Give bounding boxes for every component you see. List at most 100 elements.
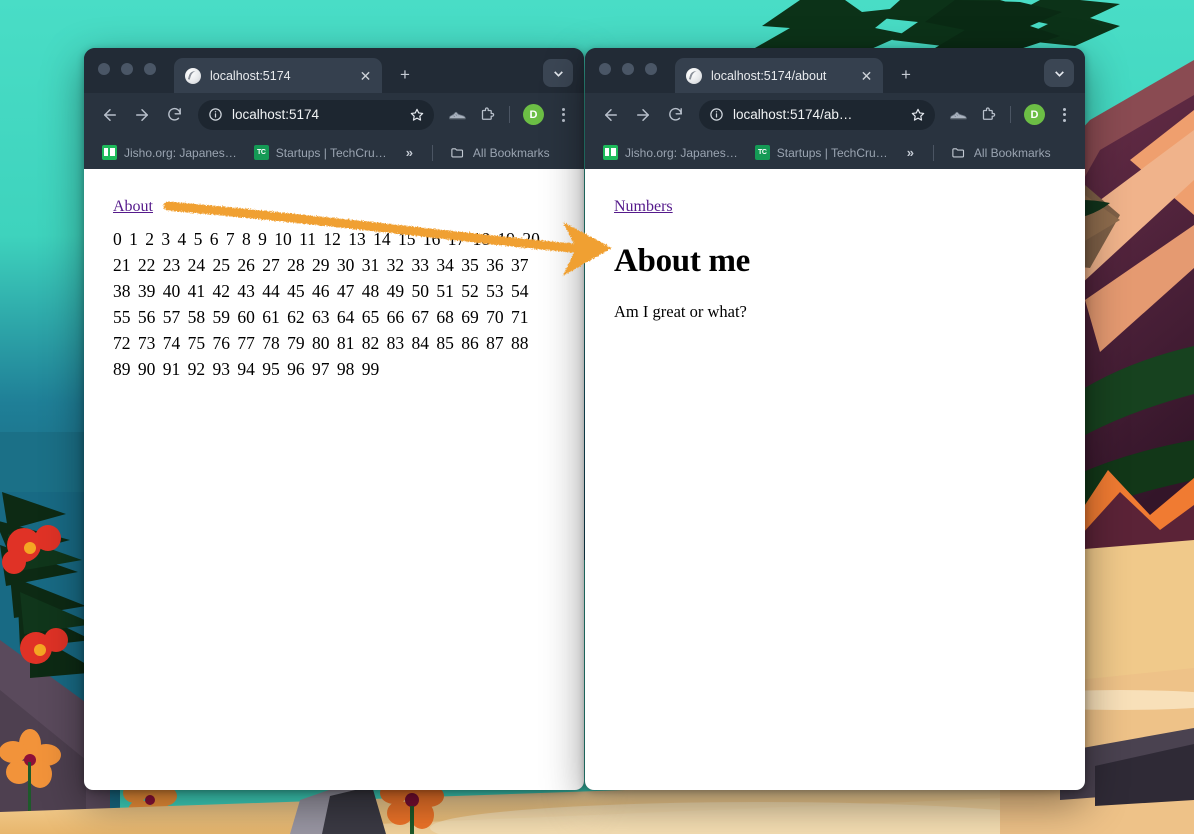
bookmark-label: Jisho.org: Japanes… — [625, 146, 738, 160]
close-window-button[interactable] — [98, 63, 110, 75]
browser-tab-active[interactable]: localhost:5174 ✕ — [174, 58, 382, 93]
avatar[interactable]: D — [1024, 104, 1045, 125]
arrow-right-icon — [634, 106, 652, 124]
avatar[interactable]: D — [523, 104, 544, 125]
tab-search-button[interactable] — [543, 59, 573, 87]
all-bookmarks-label: All Bookmarks — [473, 146, 550, 160]
minimize-window-button[interactable] — [622, 63, 634, 75]
about-page: Numbers About me Am I great or what? — [585, 169, 1085, 330]
address-bar-url[interactable]: localhost:5174 — [232, 107, 400, 122]
page-viewport-about: Numbers About me Am I great or what? — [585, 169, 1085, 790]
arrow-right-icon — [133, 106, 151, 124]
sneaker-extension-icon[interactable] — [444, 102, 470, 128]
bookmark-label: Startups | TechCru… — [276, 146, 387, 160]
tab-strip: localhost:5174/about ✕ + — [585, 48, 1085, 93]
kebab-dot — [562, 108, 565, 111]
sneaker-glyph — [448, 105, 467, 124]
numbers-link[interactable]: Numbers — [614, 198, 673, 215]
forward-button[interactable] — [128, 101, 156, 129]
star-icon[interactable] — [409, 107, 425, 123]
kebab-dot — [562, 119, 565, 122]
techcrunch-favicon: TC — [254, 145, 269, 160]
bookmark-label: Jisho.org: Japanes… — [124, 146, 237, 160]
browser-window-about[interactable]: localhost:5174/about ✕ + — [585, 48, 1085, 790]
bookmark-jisho[interactable]: Jisho.org: Japanes… — [96, 142, 243, 163]
bookmarks-bar: Jisho.org: Japanes… TC Startups | TechCr… — [585, 136, 1085, 169]
tab-strip: localhost:5174 ✕ + — [84, 48, 584, 93]
sneaker-extension-icon[interactable] — [945, 102, 971, 128]
toolbar-divider — [509, 106, 510, 123]
address-bar-url[interactable]: localhost:5174/ab… — [733, 107, 901, 122]
kebab-dot — [562, 113, 565, 116]
address-bar[interactable]: localhost:5174 — [198, 100, 434, 130]
page-viewport-numbers: About 0 1 2 3 4 5 6 7 8 9 10 11 12 13 14… — [84, 169, 584, 790]
bookmark-techcrunch[interactable]: TC Startups | TechCru… — [749, 142, 894, 163]
about-link[interactable]: About — [113, 198, 153, 215]
new-tab-button[interactable]: + — [895, 63, 917, 85]
browser-toolbar: localhost:5174 D — [84, 93, 584, 136]
arrow-left-icon — [602, 106, 620, 124]
reload-button[interactable] — [661, 101, 689, 129]
tab-title: localhost:5174/about — [711, 69, 849, 83]
vite-icon — [686, 68, 702, 84]
kebab-dot — [1063, 113, 1066, 116]
info-circle-icon[interactable] — [709, 107, 724, 122]
bookmark-label: Startups | TechCru… — [777, 146, 888, 160]
browser-toolbar: localhost:5174/ab… D — [585, 93, 1085, 136]
bookmarks-overflow-button[interactable]: » — [398, 145, 421, 160]
techcrunch-favicon: TC — [755, 145, 770, 160]
browser-menu-button[interactable] — [1053, 108, 1075, 122]
bookmark-jisho[interactable]: Jisho.org: Japanes… — [597, 142, 744, 163]
minimize-window-button[interactable] — [121, 63, 133, 75]
all-bookmarks-button[interactable]: All Bookmarks — [945, 142, 1057, 163]
folder-icon — [951, 145, 966, 160]
star-icon[interactable] — [910, 107, 926, 123]
close-tab-icon[interactable]: ✕ — [357, 67, 374, 84]
chevron-down-icon — [1053, 67, 1066, 80]
chevron-down-icon — [552, 67, 565, 80]
browser-menu-button[interactable] — [552, 108, 574, 122]
window-traffic-lights[interactable] — [599, 48, 657, 93]
back-button[interactable] — [96, 101, 124, 129]
reload-button[interactable] — [160, 101, 188, 129]
info-circle-icon[interactable] — [208, 107, 223, 122]
vite-icon — [185, 68, 201, 84]
arrow-left-icon — [101, 106, 119, 124]
window-traffic-lights[interactable] — [98, 48, 156, 93]
kebab-dot — [1063, 108, 1066, 111]
sneaker-glyph — [949, 105, 968, 124]
forward-button[interactable] — [629, 101, 657, 129]
maximize-window-button[interactable] — [144, 63, 156, 75]
maximize-window-button[interactable] — [645, 63, 657, 75]
close-tab-icon[interactable]: ✕ — [858, 67, 875, 84]
bookmark-techcrunch[interactable]: TC Startups | TechCru… — [248, 142, 393, 163]
toolbar-divider — [1010, 106, 1011, 123]
numbers-page: About 0 1 2 3 4 5 6 7 8 9 10 11 12 13 14… — [84, 169, 584, 390]
bookmarks-divider — [432, 145, 433, 161]
jisho-favicon — [603, 145, 618, 160]
bookmarks-bar: Jisho.org: Japanes… TC Startups | TechCr… — [84, 136, 584, 169]
about-body-text: Am I great or what? — [614, 302, 1077, 322]
tab-title: localhost:5174 — [210, 69, 348, 83]
puzzle-piece-icon — [979, 106, 997, 124]
browser-tab-active[interactable]: localhost:5174/about ✕ — [675, 58, 883, 93]
reload-icon — [667, 106, 684, 123]
numbers-list: 0 1 2 3 4 5 6 7 8 9 10 11 12 13 14 15 16… — [113, 226, 545, 382]
bookmarks-overflow-button[interactable]: » — [899, 145, 922, 160]
all-bookmarks-button[interactable]: All Bookmarks — [444, 142, 556, 163]
extensions-button[interactable] — [975, 102, 1001, 128]
bookmarks-divider — [933, 145, 934, 161]
close-window-button[interactable] — [599, 63, 611, 75]
puzzle-piece-icon — [478, 106, 496, 124]
kebab-dot — [1063, 119, 1066, 122]
address-bar[interactable]: localhost:5174/ab… — [699, 100, 935, 130]
browser-window-numbers[interactable]: localhost:5174 ✕ + — [84, 48, 584, 790]
reload-icon — [166, 106, 183, 123]
all-bookmarks-label: All Bookmarks — [974, 146, 1051, 160]
new-tab-button[interactable]: + — [394, 63, 416, 85]
tab-search-button[interactable] — [1044, 59, 1074, 87]
folder-icon — [450, 145, 465, 160]
page-title: About me — [614, 243, 1077, 280]
extensions-button[interactable] — [474, 102, 500, 128]
back-button[interactable] — [597, 101, 625, 129]
